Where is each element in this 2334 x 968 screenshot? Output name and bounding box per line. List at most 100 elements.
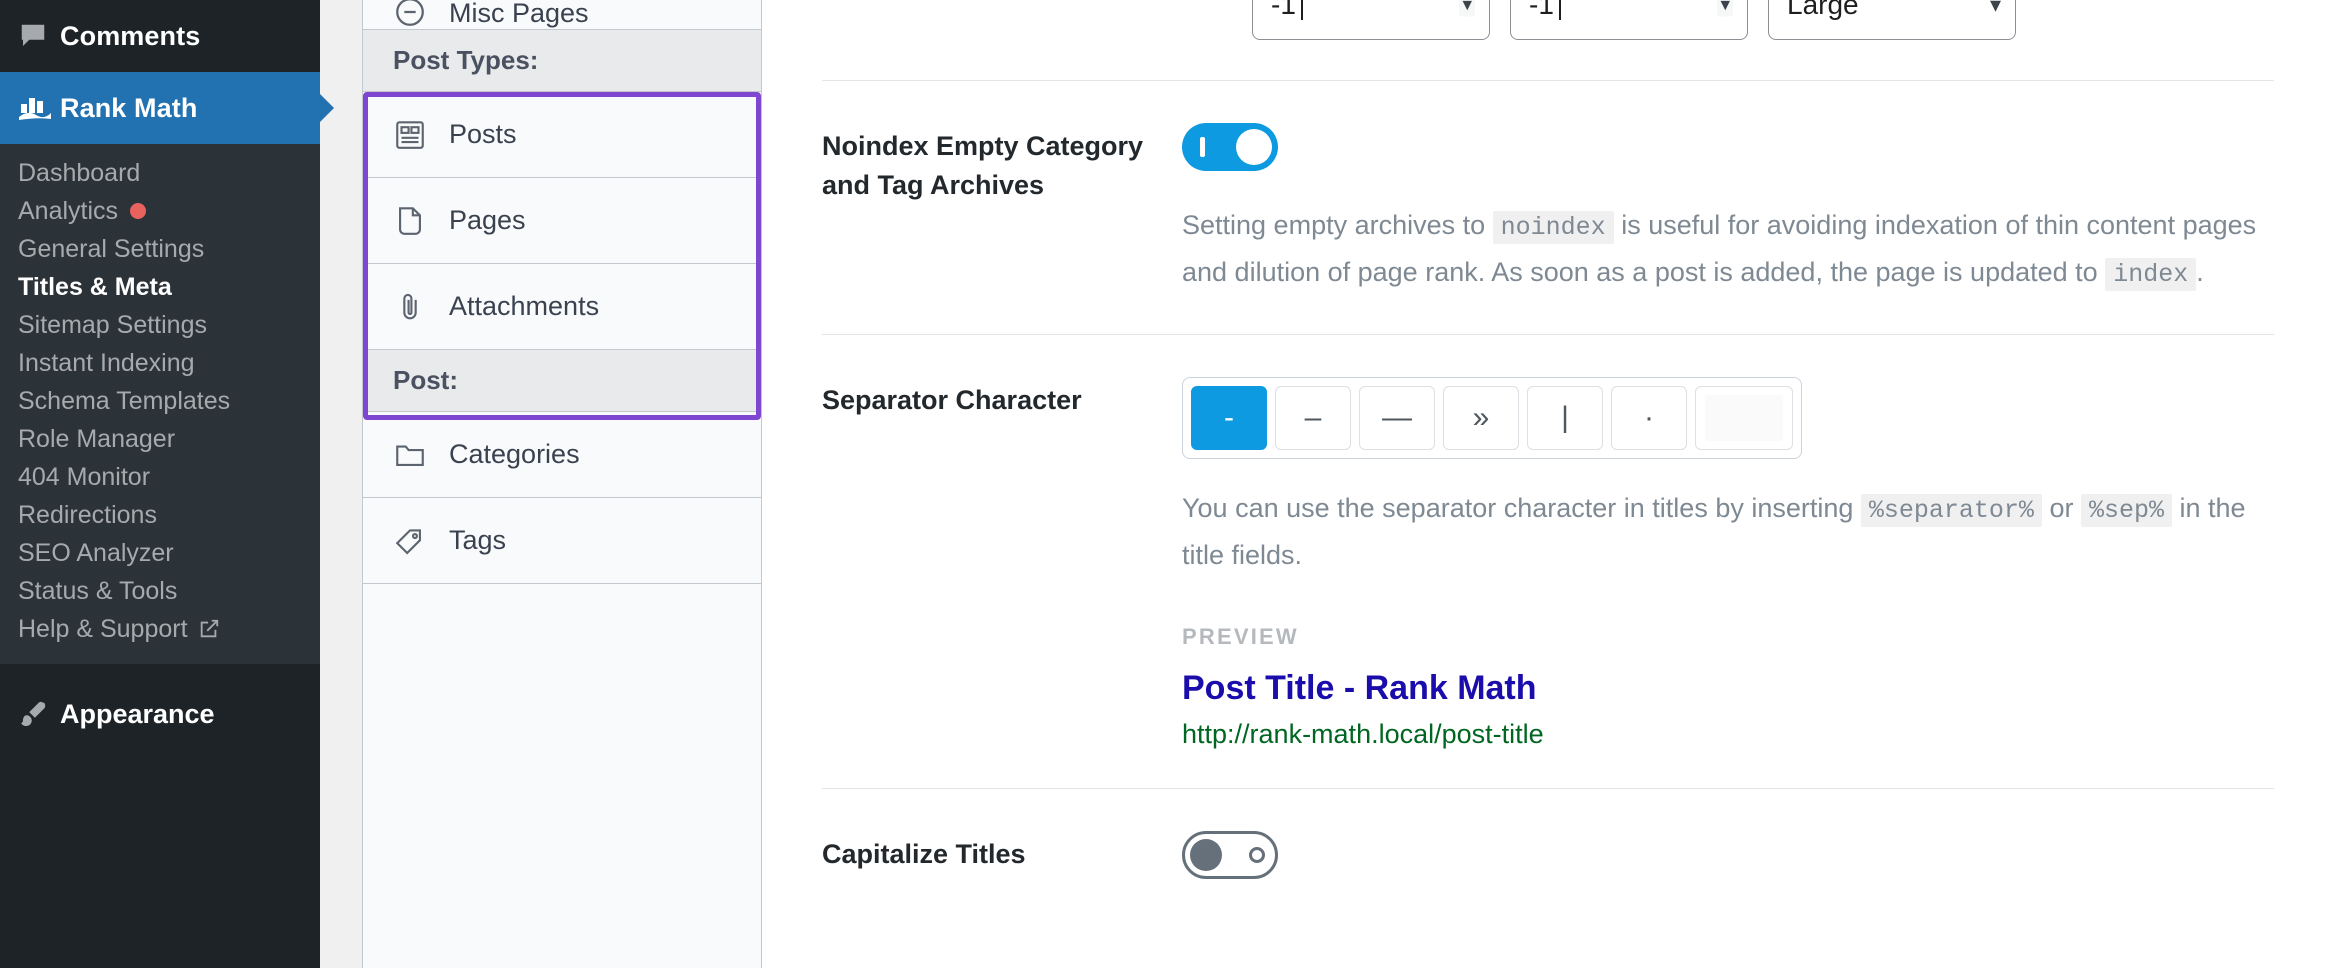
preview-url: http://rank-math.local/post-title [1182, 719, 2274, 750]
separator-option-custom[interactable] [1695, 386, 1793, 450]
toggle-off-ring-icon [1249, 847, 1265, 863]
noindex-toggle[interactable] [1182, 123, 1278, 171]
sidebar-item-redirections[interactable]: Redirections [0, 496, 320, 534]
separator-glyph: · [1644, 401, 1654, 435]
nav-item-label: Categories [449, 439, 580, 470]
toggle-on-bar-icon [1200, 137, 1205, 157]
preview-title: Post Title - Rank Math [1182, 666, 2274, 710]
sidebar-item-label: Redirections [18, 503, 157, 528]
sidebar-item-label: General Settings [18, 237, 204, 262]
desc-text-2: or [2049, 493, 2073, 523]
sidebar-item-help-support[interactable]: Help & Support [0, 610, 320, 648]
sidebar-item-label: Dashboard [18, 161, 140, 186]
sidebar-item-rank-math[interactable]: Rank Math [0, 72, 320, 144]
setting-label: Capitalize Titles [822, 831, 1182, 884]
select-c-value: Large [1787, 0, 1859, 21]
setting-description: Setting empty archives to noindex is use… [1182, 202, 2272, 296]
titles-meta-nav-panel: Misc Pages Post Types: Posts Pa [362, 0, 762, 968]
separator-option-en-dash[interactable]: – [1275, 386, 1351, 450]
nav-heading-post: Post: [363, 350, 761, 412]
sidebar-item-schema-templates[interactable]: Schema Templates [0, 382, 320, 420]
nav-item-tags[interactable]: Tags [363, 498, 761, 584]
separator-glyph: | [1561, 401, 1569, 435]
toggle-knob [1190, 839, 1222, 871]
nav-item-label: Pages [449, 205, 526, 236]
custom-separator-input[interactable] [1705, 395, 1783, 441]
sidebar-item-label: Help & Support [18, 617, 188, 642]
select-a[interactable]: -1 ▾ [1252, 0, 1490, 40]
wp-admin-sidebar: Comments Rank Math Dashboard Analytics [0, 0, 320, 968]
sidebar-item-label: Status & Tools [18, 579, 177, 604]
page-icon [393, 204, 449, 238]
separator-option-double-angle[interactable]: » [1443, 386, 1519, 450]
sidebar-item-label: Rank Math [60, 93, 197, 124]
sidebar-item-appearance[interactable]: Appearance [0, 678, 320, 750]
capitalize-toggle[interactable] [1182, 831, 1278, 879]
sidebar-item-404-monitor[interactable]: 404 Monitor [0, 458, 320, 496]
notification-dot-icon [130, 203, 146, 219]
select-c[interactable]: Large ▾ [1768, 0, 2016, 40]
paintbrush-icon [18, 699, 60, 729]
paperclip-icon [393, 290, 449, 324]
setting-separator-character: Separator Character - – — » | · You can … [822, 335, 2274, 788]
separator-glyph: » [1473, 401, 1490, 435]
nav-item-label: Posts [449, 119, 517, 150]
separator-glyph: - [1224, 401, 1234, 435]
sidebar-item-label: Analytics [18, 199, 118, 224]
setting-description: You can use the separator character in t… [1182, 485, 2272, 578]
top-select-row: -1 ▾ -1 ▾ Large ▾ [822, 0, 2274, 42]
sidebar-item-analytics[interactable]: Analytics [0, 192, 320, 230]
folder-icon [393, 438, 449, 472]
rank-math-submenu: Dashboard Analytics General Settings Tit… [0, 144, 320, 664]
desc-text-1: Setting empty archives to [1182, 210, 1485, 240]
article-icon [393, 118, 449, 152]
code-index: index [2105, 258, 2196, 291]
separator-option-pipe[interactable]: | [1527, 386, 1603, 450]
chevron-down-icon: ▾ [1459, 0, 1475, 17]
code-separator-var: %separator% [1861, 494, 2042, 527]
nav-item-pages[interactable]: Pages [363, 178, 761, 264]
select-a-value: -1 [1271, 0, 1296, 21]
text-cursor [1559, 0, 1561, 20]
sidebar-item-comments[interactable]: Comments [0, 0, 320, 72]
separator-glyph: — [1382, 401, 1412, 435]
sidebar-item-general-settings[interactable]: General Settings [0, 230, 320, 268]
sidebar-item-label: Role Manager [18, 427, 175, 452]
select-b[interactable]: -1 ▾ [1510, 0, 1748, 40]
nav-item-posts[interactable]: Posts [363, 92, 761, 178]
separator-option-group: - – — » | · [1182, 377, 1802, 459]
chevron-down-icon: ▾ [1990, 0, 2001, 18]
toggle-knob [1236, 129, 1272, 165]
desc-text-1: You can use the separator character in t… [1182, 493, 1853, 523]
sidebar-gap [320, 0, 362, 968]
rank-math-icon [18, 93, 60, 123]
sidebar-item-label: Schema Templates [18, 389, 230, 414]
sidebar-item-label: Comments [60, 21, 200, 52]
sidebar-item-titles-meta[interactable]: Titles & Meta [0, 268, 320, 306]
sidebar-item-status-tools[interactable]: Status & Tools [0, 572, 320, 610]
sidebar-item-seo-analyzer[interactable]: SEO Analyzer [0, 534, 320, 572]
sidebar-item-sitemap-settings[interactable]: Sitemap Settings [0, 306, 320, 344]
separator-option-middot[interactable]: · [1611, 386, 1687, 450]
tag-icon [393, 524, 449, 558]
sidebar-item-label: Appearance [60, 699, 215, 730]
sidebar-item-role-manager[interactable]: Role Manager [0, 420, 320, 458]
nav-item-attachments[interactable]: Attachments [363, 264, 761, 350]
chevron-down-icon: ▾ [1717, 0, 1733, 17]
preview-label: PREVIEW [1182, 624, 2274, 650]
setting-noindex-empty-archives: Noindex Empty Category and Tag Archives … [822, 81, 2274, 334]
separator-option-hyphen[interactable]: - [1191, 386, 1267, 450]
settings-main-content: -1 ▾ -1 ▾ Large ▾ Noindex Empty Category… [762, 0, 2334, 968]
app-root: Comments Rank Math Dashboard Analytics [0, 0, 2334, 968]
separator-option-em-dash[interactable]: — [1359, 386, 1435, 450]
setting-capitalize-titles: Capitalize Titles [822, 789, 2274, 922]
sidebar-item-dashboard[interactable]: Dashboard [0, 154, 320, 192]
nav-item-misc-pages[interactable]: Misc Pages [363, 0, 761, 30]
nav-item-categories[interactable]: Categories [363, 412, 761, 498]
separator-glyph: – [1305, 401, 1322, 435]
nav-item-label: Tags [449, 525, 506, 556]
external-link-icon [198, 618, 220, 640]
sidebar-item-instant-indexing[interactable]: Instant Indexing [0, 344, 320, 382]
desc-text-3: . [2196, 257, 2204, 287]
sidebar-item-label: 404 Monitor [18, 465, 150, 490]
